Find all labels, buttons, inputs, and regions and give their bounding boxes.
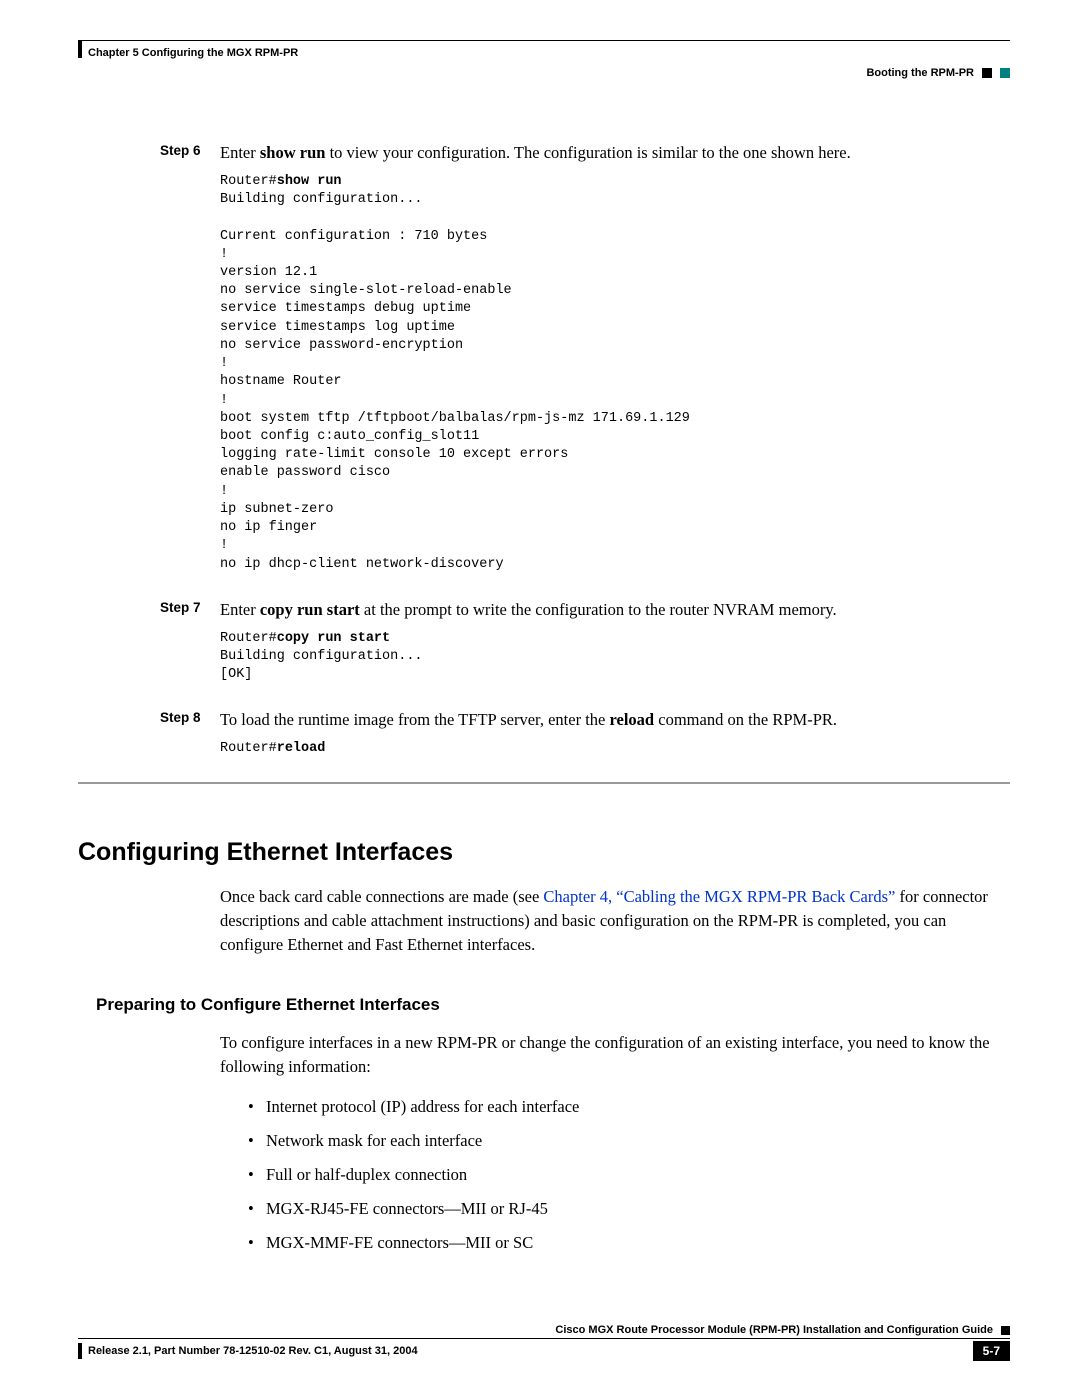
step8-label: Step 8 — [160, 708, 220, 732]
step6-label: Step 6 — [160, 141, 220, 165]
separator — [78, 782, 1010, 784]
list-item: MGX-RJ45-FE connectors—MII or RJ-45 — [248, 1197, 1010, 1221]
footer-release: Release 2.1, Part Number 78-12510-02 Rev… — [88, 1345, 418, 1357]
section-para: Once back card cable connections are mad… — [220, 885, 1010, 957]
list-item: Network mask for each interface — [248, 1129, 1010, 1153]
page-footer: Cisco MGX Route Processor Module (RPM-PR… — [78, 1324, 1010, 1361]
chapter4-link[interactable]: Chapter 4, “Cabling the MGX RPM-PR Back … — [543, 887, 895, 906]
step6-text: Enter show run to view your configuratio… — [220, 141, 1010, 165]
header-square-teal — [1000, 68, 1010, 78]
step7-label: Step 7 — [160, 598, 220, 622]
footer-vbar-icon — [78, 1343, 82, 1359]
step8-code: Router#reload — [220, 740, 1010, 758]
footer-square-icon — [1001, 1326, 1010, 1335]
bullet-list: Internet protocol (IP) address for each … — [248, 1095, 1010, 1255]
list-item: Full or half-duplex connection — [248, 1163, 1010, 1187]
step7-text: Enter copy run start at the prompt to wr… — [220, 598, 1010, 622]
step8-text: To load the runtime image from the TFTP … — [220, 708, 1010, 732]
step6-code: Router#show run Building configuration..… — [220, 173, 1010, 574]
header-square-dark — [982, 68, 992, 78]
subsection-title: Preparing to Configure Ethernet Interfac… — [96, 995, 1010, 1015]
list-item: Internet protocol (IP) address for each … — [248, 1095, 1010, 1119]
step7-code: Router#copy run start Building configura… — [220, 630, 1010, 685]
header-section: Booting the RPM-PR — [866, 67, 974, 79]
page-number: 5-7 — [973, 1341, 1010, 1361]
subsection-para: To configure interfaces in a new RPM-PR … — [220, 1031, 1010, 1079]
footer-guide: Cisco MGX Route Processor Module (RPM-PR… — [555, 1324, 993, 1336]
page-header: Chapter 5 Configuring the MGX RPM-PR Boo… — [78, 40, 1010, 79]
list-item: MGX-MMF-FE connectors—MII or SC — [248, 1231, 1010, 1255]
section-title: Configuring Ethernet Interfaces — [78, 838, 1010, 867]
chapter-label: Chapter 5 Configuring the MGX RPM-PR — [78, 47, 1010, 59]
